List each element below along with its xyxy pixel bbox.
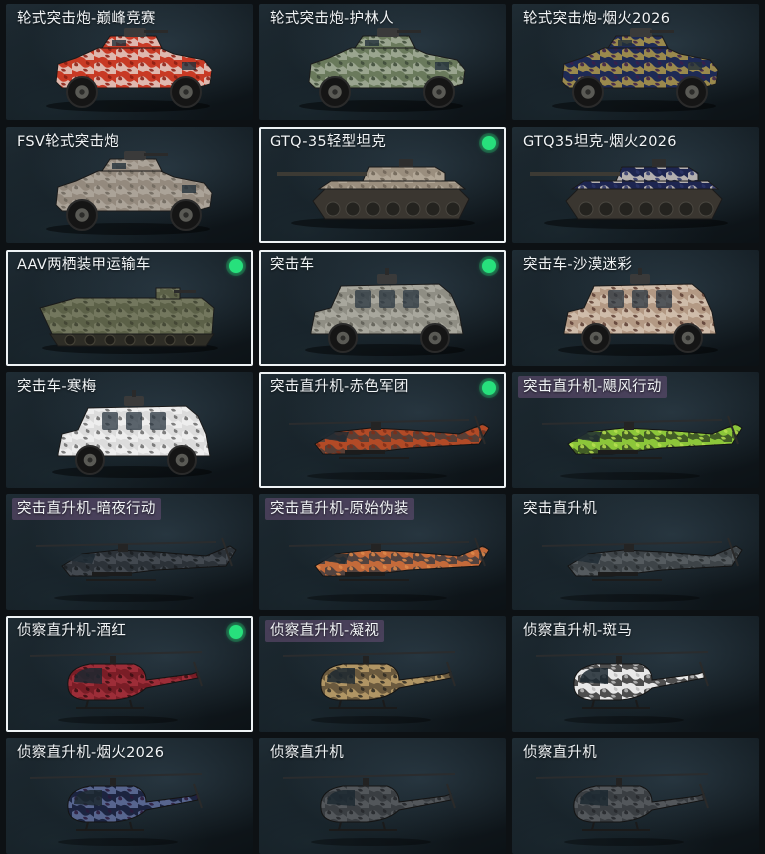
vehicle-skin-card[interactable]: 突击车-寒梅: [6, 372, 253, 488]
vehicle-skin-label: 突击车: [270, 257, 315, 273]
equipped-status-dot-icon: [482, 381, 496, 395]
vehicle-skin-label: 侦察直升机-斑马: [523, 623, 633, 639]
vehicle-skin-label: 突击直升机-暗夜行动: [12, 498, 161, 520]
vehicle-skin-card[interactable]: FSV轮式突击炮: [6, 127, 253, 243]
vehicle-skin-label: 突击直升机: [523, 501, 597, 517]
vehicle-skin-label: 轮式突击炮-巅峰竞赛: [17, 11, 156, 27]
vehicle-skin-card[interactable]: 轮式突击炮-巅峰竞赛: [6, 4, 253, 120]
vehicle-skin-grid: 轮式突击炮-巅峰竞赛 轮式突击炮-护林人 轮式突击炮-烟火2026 FSV轮式突…: [0, 0, 765, 854]
vehicle-skin-card[interactable]: GTQ-35轻型坦克: [259, 127, 506, 243]
vehicle-skin-card[interactable]: 轮式突击炮-烟火2026: [512, 4, 759, 120]
vehicle-skin-label: 轮式突击炮-护林人: [270, 11, 394, 27]
vehicle-skin-card[interactable]: 侦察直升机-斑马: [512, 616, 759, 732]
vehicle-skin-label: FSV轮式突击炮: [17, 134, 120, 150]
vehicle-skin-card[interactable]: 突击车: [259, 250, 506, 366]
vehicle-skin-card[interactable]: 突击直升机-赤色军团: [259, 372, 506, 488]
vehicle-skin-label: 突击直升机-赤色军团: [270, 379, 409, 395]
vehicle-skin-label: 侦察直升机: [270, 745, 344, 761]
vehicle-skin-label: GTQ35坦克-烟火2026: [523, 134, 677, 150]
vehicle-skin-label: 侦察直升机-凝视: [265, 620, 385, 642]
equipped-status-dot-icon: [482, 136, 496, 150]
vehicle-skin-card[interactable]: AAV两栖装甲运输车: [6, 250, 253, 366]
equipped-status-dot-icon: [482, 259, 496, 273]
vehicle-skin-label: 侦察直升机: [523, 745, 597, 761]
vehicle-skin-label: 突击直升机-飓风行动: [518, 376, 667, 398]
vehicle-skin-card[interactable]: 侦察直升机: [259, 738, 506, 854]
vehicle-skin-card[interactable]: 突击直升机-飓风行动: [512, 372, 759, 488]
vehicle-skin-label: 侦察直升机-酒红: [17, 623, 127, 639]
equipped-status-dot-icon: [229, 259, 243, 273]
vehicle-skin-label: 突击车-寒梅: [17, 379, 97, 395]
vehicle-skin-label: AAV两栖装甲运输车: [17, 257, 151, 273]
vehicle-skin-label: 突击车-沙漠迷彩: [523, 257, 633, 273]
vehicle-skin-card[interactable]: 轮式突击炮-护林人: [259, 4, 506, 120]
vehicle-skin-label: 侦察直升机-烟火2026: [17, 745, 165, 761]
equipped-status-dot-icon: [229, 625, 243, 639]
vehicle-skin-card[interactable]: 侦察直升机-酒红: [6, 616, 253, 732]
vehicle-skin-card[interactable]: 侦察直升机: [512, 738, 759, 854]
vehicle-skin-card[interactable]: 侦察直升机-烟火2026: [6, 738, 253, 854]
vehicle-skin-label: 突击直升机-原始伪装: [265, 498, 414, 520]
vehicle-skin-card[interactable]: 侦察直升机-凝视: [259, 616, 506, 732]
vehicle-skin-card[interactable]: 突击直升机: [512, 494, 759, 610]
vehicle-skin-card[interactable]: GTQ35坦克-烟火2026: [512, 127, 759, 243]
vehicle-skin-label: 轮式突击炮-烟火2026: [523, 11, 671, 27]
vehicle-skin-card[interactable]: 突击直升机-暗夜行动: [6, 494, 253, 610]
vehicle-skin-card[interactable]: 突击车-沙漠迷彩: [512, 250, 759, 366]
vehicle-skin-card[interactable]: 突击直升机-原始伪装: [259, 494, 506, 610]
vehicle-skin-label: GTQ-35轻型坦克: [270, 134, 387, 150]
